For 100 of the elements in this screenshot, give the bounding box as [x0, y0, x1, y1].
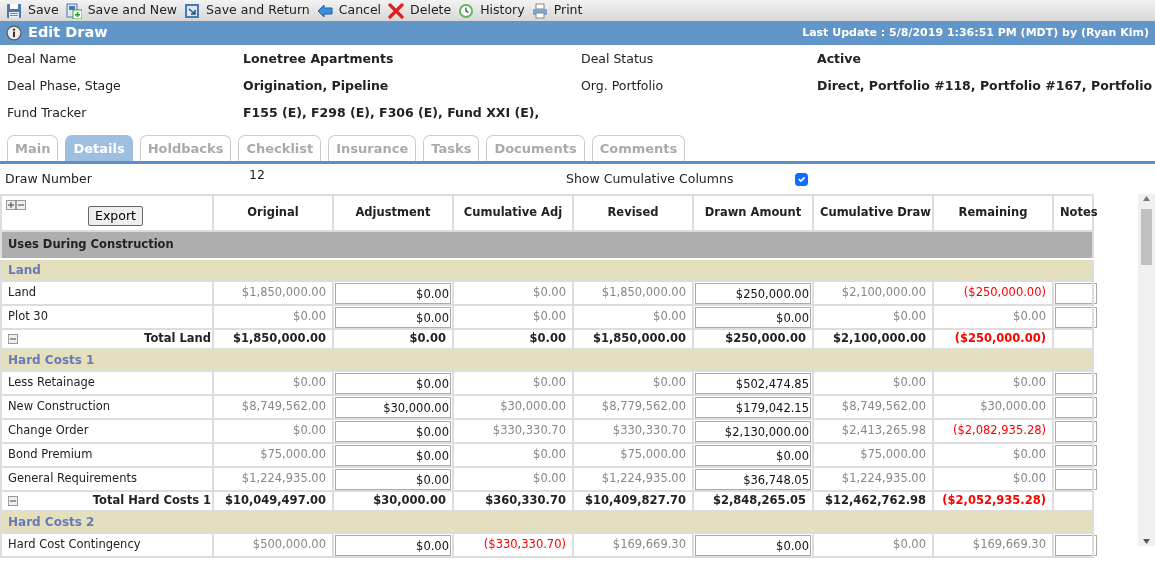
group-heading: Hard Costs 2 [8, 515, 95, 529]
table-cell: $0.00 [893, 537, 926, 552]
table-cell: $0.00 [533, 309, 566, 324]
checkbox[interactable] [795, 172, 808, 186]
table-cell: $75,000.00 [860, 447, 926, 462]
scrollbar[interactable] [1138, 194, 1155, 546]
toolbar-button[interactable]: Save [4, 0, 64, 21]
table-cell: $169,669.30 [972, 537, 1046, 552]
amount-field[interactable]: $179,042.15 [695, 396, 811, 418]
export-button[interactable]: Export [88, 206, 143, 226]
table-cell: $0.00 [533, 471, 566, 486]
table-cell: $75,000.00 [620, 447, 686, 462]
printer-icon [531, 2, 548, 19]
amount-field[interactable]: $2,130,000.00 [695, 420, 811, 442]
amount-field[interactable]: $502,474.85 [695, 372, 811, 394]
field-value: Active [817, 50, 862, 68]
table-cell: $75,000.00 [260, 447, 326, 462]
row-label: Less Retainage [8, 375, 95, 390]
table-cell: $169,669.30 [612, 537, 686, 552]
collapse-icon [8, 334, 18, 344]
table-cell: $1,850,000.00 [601, 285, 686, 300]
toolbar-button[interactable]: Save and New [63, 0, 183, 21]
scroll-up-icon [1142, 194, 1151, 203]
field-value: F155 (E), F298 (E), F306 (E), Fund XXI (E), [243, 104, 541, 122]
row-label: Change Order [8, 423, 89, 438]
total-value: $30,000.00 [373, 493, 446, 508]
total-value: $0.00 [409, 331, 446, 346]
notes-field[interactable] [1055, 420, 1097, 442]
field-value: 12 [249, 166, 266, 185]
total-value: $2,100,000.00 [832, 331, 926, 346]
table-cell: $30,000.00 [500, 399, 566, 414]
total-label: Total Hard Costs 1 [92, 492, 211, 510]
toolbar-button[interactable]: Cancel [314, 0, 387, 21]
field-label: Deal Name [7, 50, 78, 68]
table-cell: $0.00 [653, 375, 686, 390]
table-cell: $0.00 [533, 447, 566, 462]
row-label: New Construction [8, 399, 110, 414]
field-label: Deal Status [581, 50, 655, 68]
checkbox-label: Show Cumulative Columns [566, 169, 735, 188]
amount-field[interactable]: $0.00 [335, 444, 451, 466]
notes-field[interactable] [1055, 468, 1097, 490]
table-cell: $0.00 [293, 423, 326, 438]
amount-field[interactable]: $0.00 [335, 534, 451, 556]
table-cell: $0.00 [1013, 309, 1046, 324]
table-cell: $2,413,265.98 [841, 423, 926, 438]
total-label: Total Land [144, 330, 211, 348]
amount-field[interactable]: $0.00 [335, 372, 451, 394]
amount-field[interactable]: $0.00 [335, 468, 451, 490]
scrollbar-thumb[interactable] [1141, 209, 1152, 265]
notes-field[interactable] [1055, 396, 1097, 418]
amount-field[interactable]: $250,000.00 [695, 282, 811, 304]
collapse-icon [8, 496, 18, 506]
total-value: $250,000.00 [725, 331, 806, 346]
document-arrow-icon [184, 2, 201, 19]
scroll-down-icon [1142, 537, 1151, 546]
last-update-text: Last Update : 5/8/2019 1:36:51 PM (MDT) by (Ryan Kim) [802, 24, 1149, 41]
table-cell: $1,850,000.00 [241, 285, 326, 300]
toolbar-button[interactable]: Print [529, 0, 588, 21]
field-label: Org. Portfolio [581, 77, 665, 95]
toolbar-button[interactable]: Save and Return [182, 0, 315, 21]
amount-field[interactable]: $0.00 [695, 534, 811, 556]
table-cell: $0.00 [1013, 375, 1046, 390]
collapse-icon [16, 200, 26, 210]
table-cell: $30,000.00 [980, 399, 1046, 414]
row-label: General Requirements [8, 471, 137, 486]
table-cell: $8,749,562.00 [841, 399, 926, 414]
notes-field[interactable] [1055, 372, 1097, 394]
amount-field[interactable]: $30,000.00 [335, 396, 451, 418]
amount-field[interactable]: $0.00 [335, 282, 451, 304]
toolbar-button[interactable]: Delete [386, 0, 457, 21]
total-value: $0.00 [529, 331, 566, 346]
section-heading: Uses During Construction [8, 237, 174, 252]
amount-field[interactable]: $0.00 [695, 444, 811, 466]
amount-field[interactable]: $36,748.05 [695, 468, 811, 490]
total-value: $10,049,497.00 [224, 493, 326, 508]
expand-icon [6, 200, 16, 210]
table-cell: $0.00 [893, 309, 926, 324]
row-label: Land [8, 285, 37, 300]
amount-field[interactable]: $0.00 [335, 420, 451, 442]
table-cell: $1,224,935.00 [241, 471, 326, 486]
info-icon [6, 25, 22, 41]
table-cell: $0.00 [893, 375, 926, 390]
total-value: $2,848,265.05 [712, 493, 806, 508]
total-value: $1,850,000.00 [592, 331, 686, 346]
left-arrow-icon [316, 2, 333, 19]
group-heading: Land [8, 263, 41, 277]
table-cell: $330,330.70 [492, 423, 566, 438]
total-value: ($2,052,935.28) [942, 493, 1046, 508]
notes-field[interactable] [1055, 444, 1097, 466]
amount-field[interactable]: $0.00 [335, 306, 451, 328]
amount-field[interactable]: $0.00 [695, 306, 811, 328]
notes-field[interactable] [1055, 534, 1097, 556]
table-cell: $330,330.70 [612, 423, 686, 438]
toolbar-button[interactable]: History [456, 0, 530, 21]
notes-field[interactable] [1055, 306, 1097, 328]
total-value: $12,462,762.98 [824, 493, 926, 508]
notes-field[interactable] [1055, 282, 1097, 304]
page-title: Edit Draw [28, 23, 108, 43]
field-value: Origination, Pipeline [243, 77, 390, 95]
group-heading: Hard Costs 1 [8, 353, 95, 367]
